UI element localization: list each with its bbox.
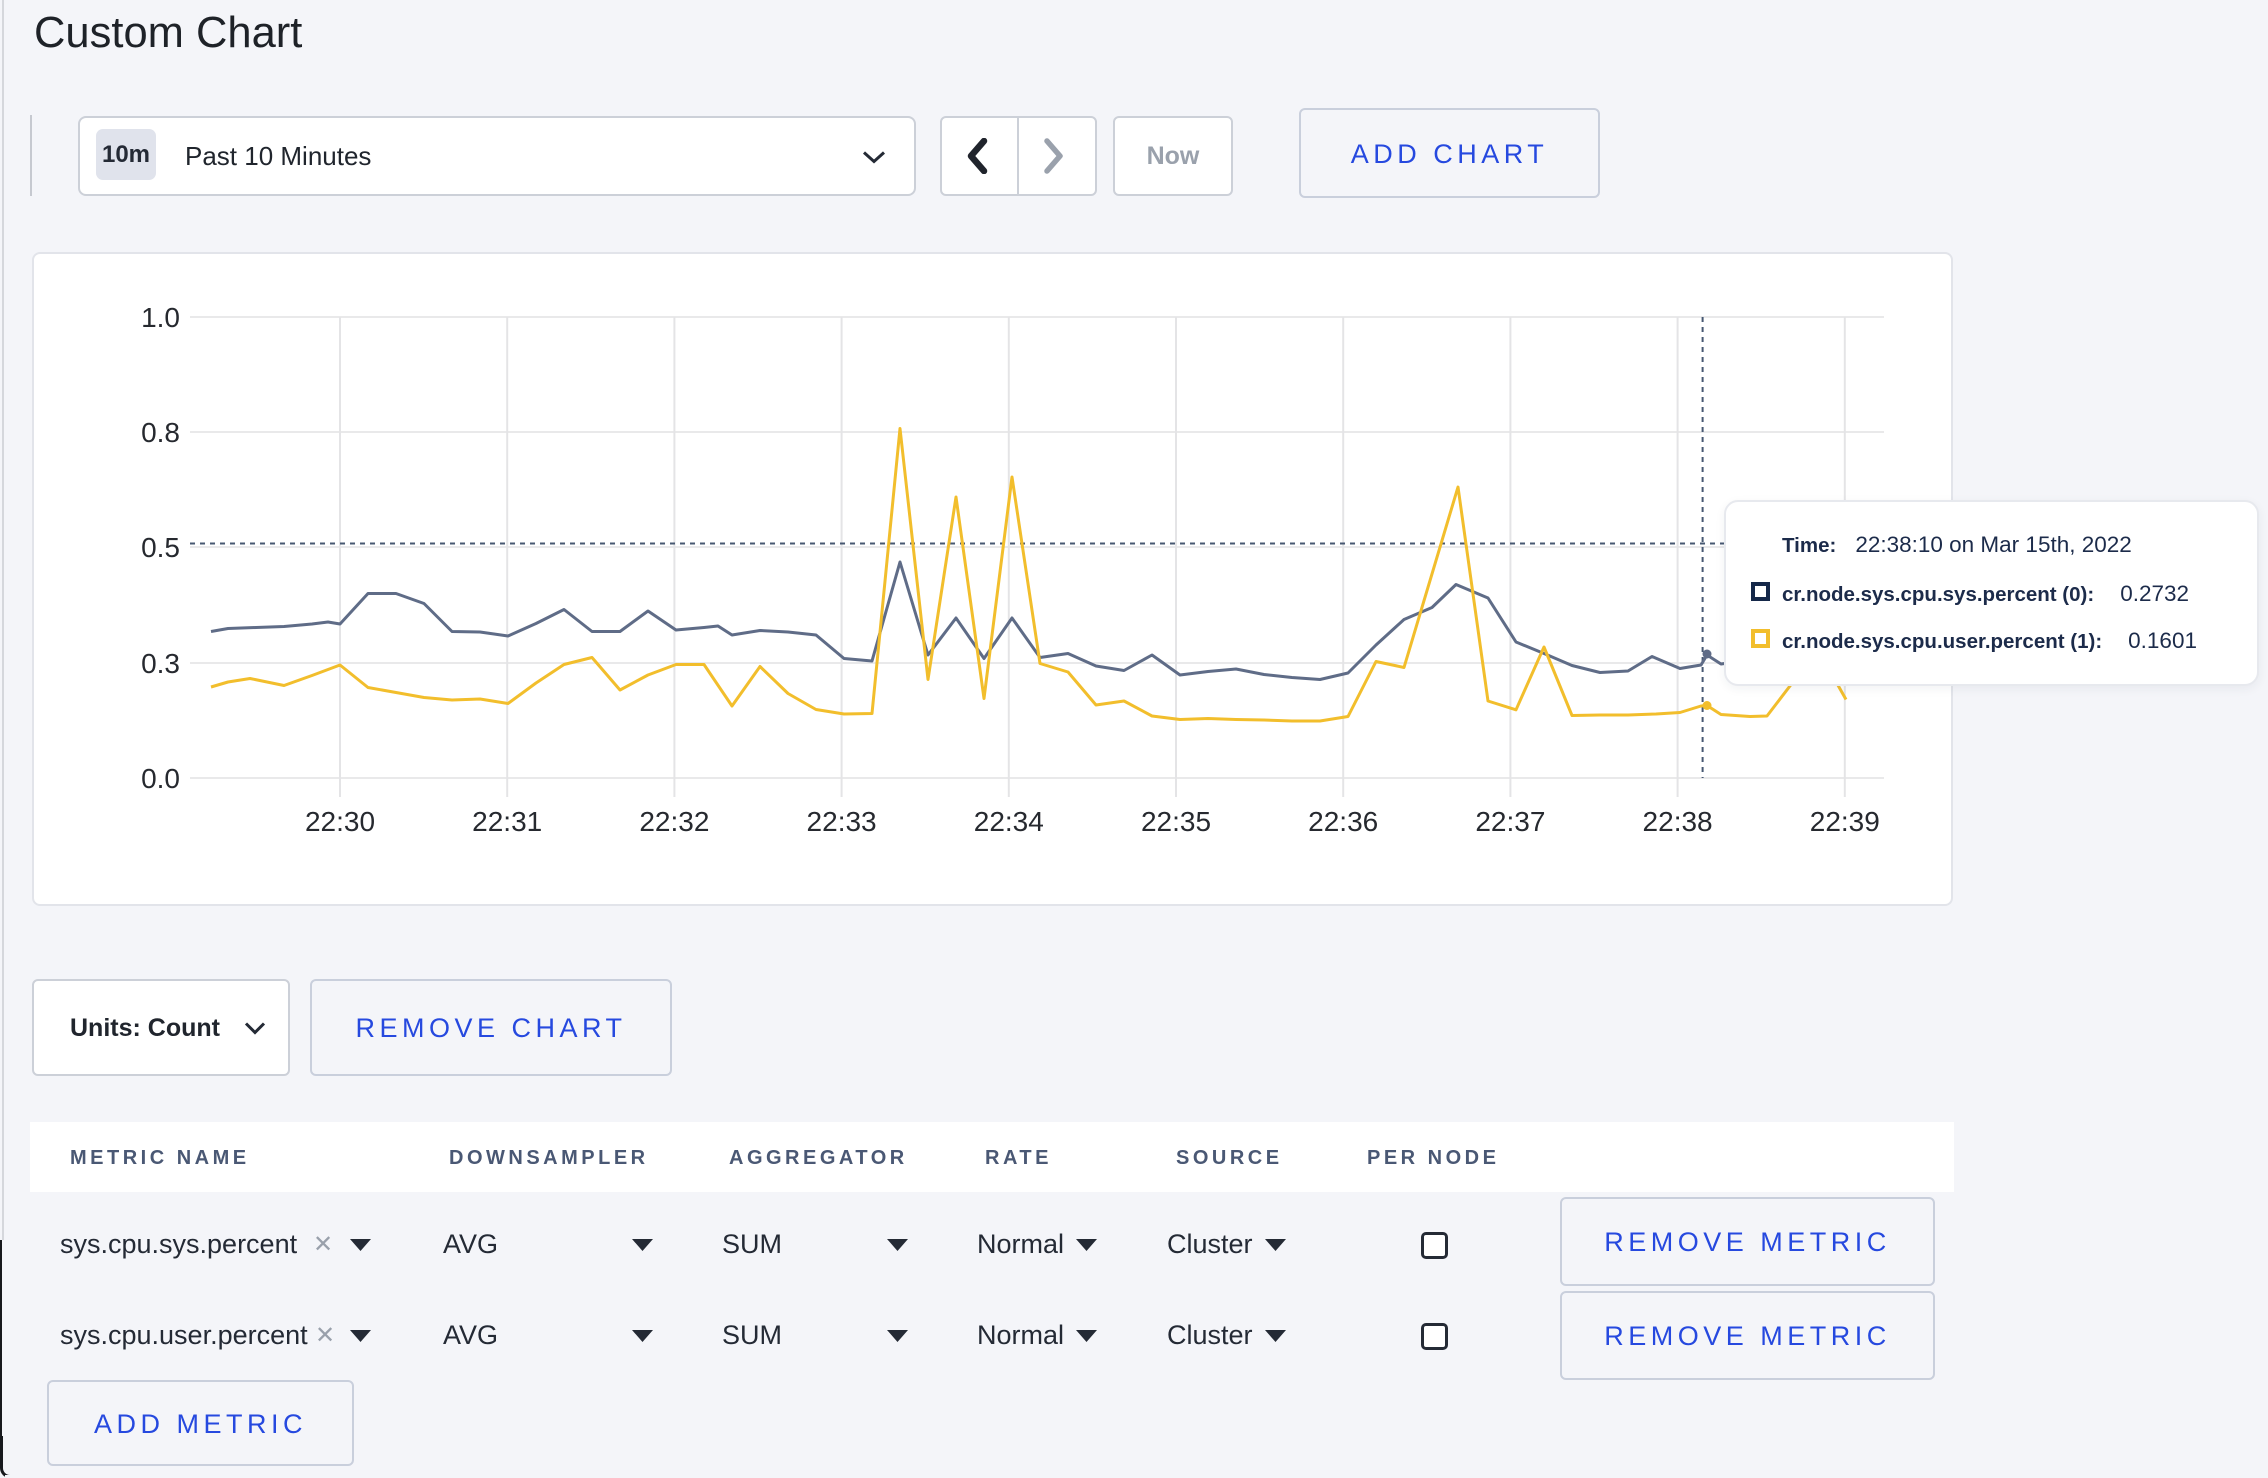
svg-text:22:35: 22:35: [1141, 806, 1211, 837]
svg-text:22:33: 22:33: [807, 806, 877, 837]
svg-text:22:38: 22:38: [1643, 806, 1713, 837]
svg-text:0.5: 0.5: [141, 532, 180, 563]
svg-text:22:30: 22:30: [305, 806, 375, 837]
svg-text:22:34: 22:34: [974, 806, 1044, 837]
svg-text:0.0: 0.0: [141, 763, 180, 794]
svg-text:22:32: 22:32: [639, 806, 709, 837]
svg-text:22:36: 22:36: [1308, 806, 1378, 837]
svg-text:22:37: 22:37: [1475, 806, 1545, 837]
svg-text:22:39: 22:39: [1810, 806, 1880, 837]
svg-text:1.0: 1.0: [141, 302, 180, 333]
svg-text:0.3: 0.3: [141, 648, 180, 679]
svg-text:22:31: 22:31: [472, 806, 542, 837]
svg-text:0.8: 0.8: [141, 417, 180, 448]
